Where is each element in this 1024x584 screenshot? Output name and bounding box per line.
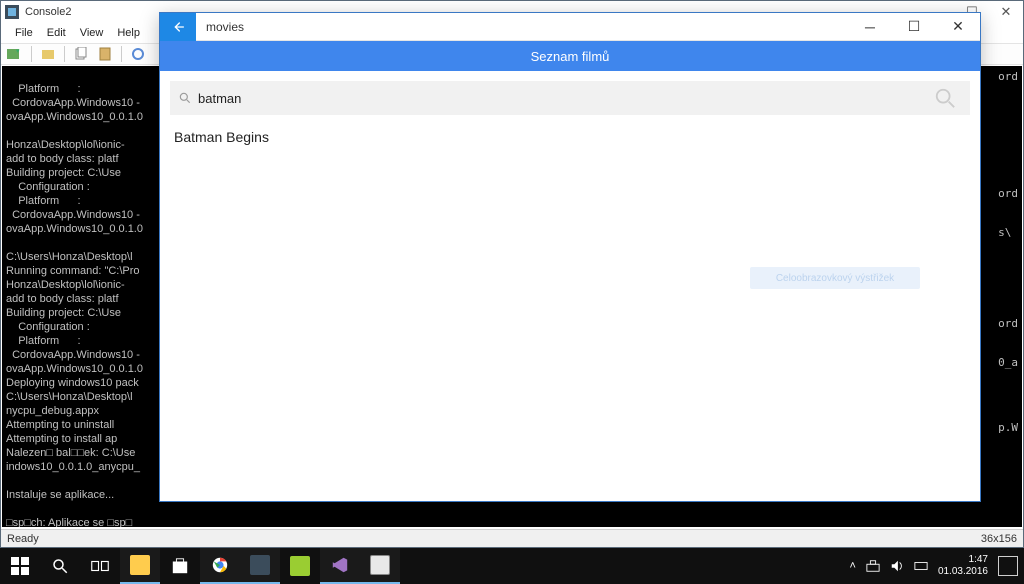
toolbar-separator <box>31 46 32 62</box>
console2-app-icon <box>5 5 19 19</box>
svg-text:▾: ▾ <box>16 48 20 55</box>
movies-header: Seznam filmů <box>160 41 980 71</box>
search-result-item[interactable]: Batman Begins <box>160 115 980 159</box>
magnifier-icon <box>934 87 956 109</box>
search-input[interactable] <box>198 91 928 106</box>
console2-close-button[interactable]: ✕ <box>989 2 1023 22</box>
movies-window: movies ─ ☐ ✕ Seznam filmů Batman Begins <box>159 12 981 502</box>
taskbar-app-store[interactable] <box>160 548 200 584</box>
store-icon <box>171 557 189 575</box>
start-button[interactable] <box>0 548 40 584</box>
taskbar-app-file-explorer[interactable] <box>120 548 160 584</box>
toolbar-copy-icon[interactable] <box>71 45 91 63</box>
movies-titlebar[interactable]: movies ─ ☐ ✕ <box>160 13 980 41</box>
taskbar-app-chrome[interactable] <box>200 548 240 584</box>
windows-taskbar: ˄ 1:47 01.03.2016 <box>0 548 1024 584</box>
clock-time: 1:47 <box>938 554 988 566</box>
menu-edit[interactable]: Edit <box>41 25 72 41</box>
toolbar-separator <box>64 46 65 62</box>
taskbar-app-movies[interactable] <box>360 548 400 584</box>
taskbar-app-console2[interactable] <box>240 548 280 584</box>
windows-logo-icon <box>11 557 29 575</box>
search-icon <box>51 557 69 575</box>
movies-window-title: movies <box>206 20 244 34</box>
snip-overlay-button[interactable]: Celoobrazovkový výstřižek <box>750 267 920 289</box>
status-ready: Ready <box>7 533 39 545</box>
task-view-button[interactable] <box>80 548 120 584</box>
clock-date: 01.03.2016 <box>938 566 988 578</box>
console2-statusbar: Ready 36x156 <box>1 529 1023 547</box>
movies-minimize-button[interactable]: ─ <box>848 13 892 41</box>
search-box[interactable] <box>170 81 970 115</box>
back-button[interactable] <box>160 13 196 41</box>
result-title: Batman Begins <box>174 129 269 145</box>
toolbar-open-icon[interactable] <box>38 45 58 63</box>
search-submit-button[interactable] <box>928 81 962 115</box>
taskbar-app-notepadpp[interactable] <box>280 548 320 584</box>
status-size: 36x156 <box>981 533 1017 545</box>
console2-title: Console2 <box>25 6 71 18</box>
terminal-text-right: ord ord s\ ord 0_a p.W <box>998 70 1018 434</box>
task-view-icon <box>91 557 109 575</box>
toolbar-new-tab-icon[interactable]: ▾ <box>5 45 25 63</box>
terminal-text-left: Platform : CordovaApp.Windows10 - ovaApp… <box>6 83 143 527</box>
toolbar-settings-icon[interactable] <box>128 45 148 63</box>
snip-overlay-label: Celoobrazovkový výstřižek <box>776 273 894 284</box>
visual-studio-icon <box>331 556 349 574</box>
menu-view[interactable]: View <box>74 25 110 41</box>
menu-help[interactable]: Help <box>111 25 146 41</box>
chrome-icon <box>211 556 229 574</box>
tray-clock[interactable]: 1:47 01.03.2016 <box>938 554 988 578</box>
movies-header-title: Seznam filmů <box>531 49 610 64</box>
network-icon[interactable] <box>866 559 880 573</box>
menu-file[interactable]: File <box>9 25 39 41</box>
action-center-icon[interactable] <box>998 556 1018 576</box>
volume-icon[interactable] <box>890 559 904 573</box>
movies-close-button[interactable]: ✕ <box>936 13 980 41</box>
system-tray: ˄ 1:47 01.03.2016 <box>850 554 1024 578</box>
toolbar-separator <box>121 46 122 62</box>
search-icon <box>178 91 192 105</box>
keyboard-icon[interactable] <box>914 559 928 573</box>
toolbar-paste-icon[interactable] <box>95 45 115 63</box>
arrow-left-icon <box>170 19 186 35</box>
taskbar-app-visual-studio[interactable] <box>320 548 360 584</box>
taskbar-search-button[interactable] <box>40 548 80 584</box>
movies-maximize-button[interactable]: ☐ <box>892 13 936 41</box>
tray-expand-icon[interactable]: ˄ <box>850 560 856 572</box>
